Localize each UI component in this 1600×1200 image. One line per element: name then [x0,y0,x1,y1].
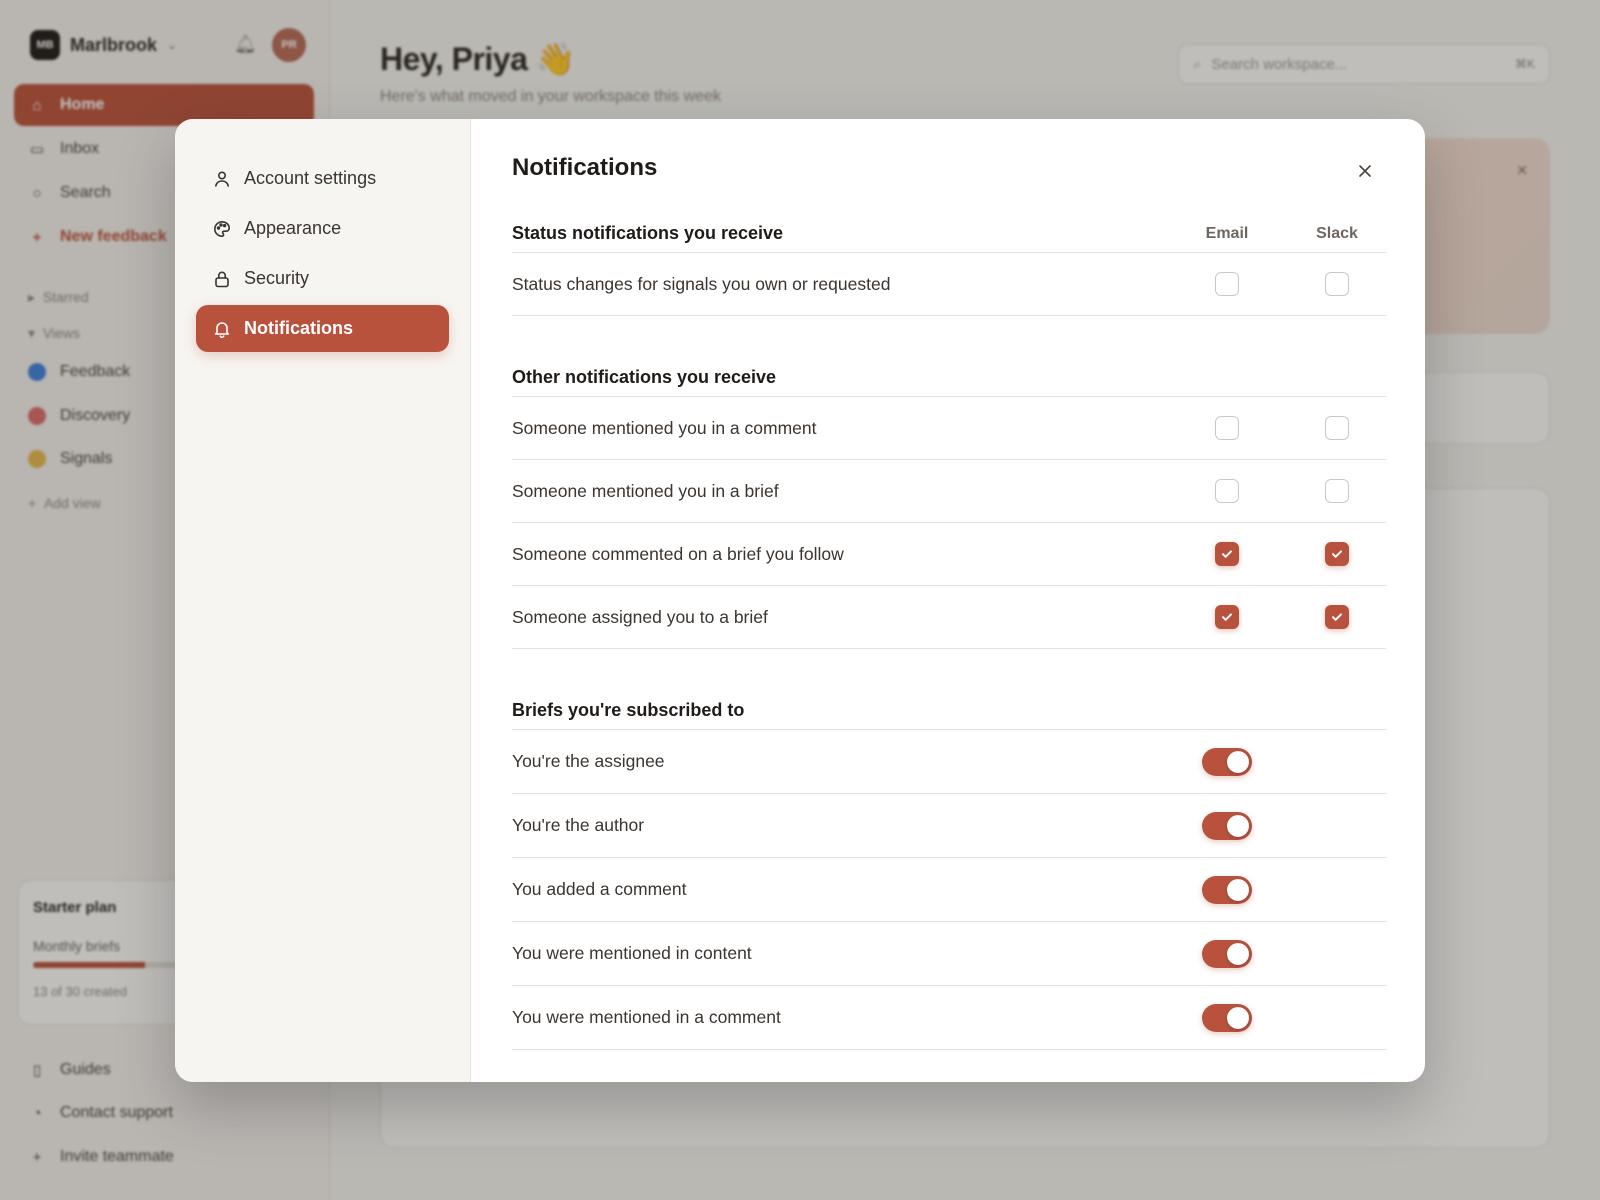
subscription-toggle[interactable] [1202,875,1252,904]
email-checkbox[interactable] [1215,272,1239,296]
bell-icon [214,321,230,338]
notification-row: Someone assigned you to a brief [512,586,1386,649]
slack-checkbox[interactable] [1325,416,1349,440]
email-checkbox[interactable] [1215,605,1239,629]
subscription-row: You added a comment [512,858,1386,922]
row-label: You added a comment [512,879,687,899]
settings-nav-label: Notifications [244,318,354,338]
slack-checkbox[interactable] [1325,605,1349,629]
row-label: Someone assigned you to a brief [512,606,768,627]
column-header-slack: Slack [1316,225,1358,242]
section-title: Briefs you're subscribed to [512,700,745,720]
settings-content: Notifications Status notifications you r… [471,119,1425,1082]
section-header-status: Status notifications you receive Email S… [512,215,1386,253]
email-checkbox[interactable] [1215,479,1239,503]
subscription-row: You're the assignee [512,730,1386,794]
subscription-toggle[interactable] [1202,1003,1252,1032]
email-checkbox[interactable] [1215,416,1239,440]
section-title: Status notifications you receive [512,223,784,243]
notification-row: Someone mentioned you in a brief [512,460,1386,523]
lock-icon [215,271,229,287]
settings-nav-appearance[interactable]: Appearance [196,205,449,252]
slack-checkbox[interactable] [1325,542,1349,566]
close-icon [1359,165,1371,177]
section-title: Other notifications you receive [512,367,777,387]
slack-checkbox[interactable] [1325,272,1349,296]
settings-nav-label: Security [244,268,310,288]
notification-settings: Status notifications you receive Email S… [512,215,1386,1050]
settings-nav-account[interactable]: Account settings [196,155,449,202]
user-icon [215,170,229,187]
row-label: Someone mentioned you in a brief [512,480,779,501]
row-label: You were mentioned in a comment [512,1007,781,1027]
settings-nav-label: Appearance [244,218,342,238]
check-icon [1332,613,1342,621]
row-label: Someone commented on a brief you follow [512,543,844,564]
subscription-row: You're the author [512,794,1386,858]
section-header-briefs: Briefs you're subscribed to [512,692,1386,730]
section-header-other: Other notifications you receive [512,359,1386,397]
row-label: You're the assignee [512,751,665,771]
settings-nav-notifications[interactable]: Notifications [196,305,449,352]
subscription-row: You were mentioned in content [512,922,1386,986]
settings-sidebar: Account settings Appearance Security Not… [175,119,471,1082]
palette-icon [214,220,231,237]
slack-checkbox[interactable] [1325,479,1349,503]
check-icon [1332,550,1342,558]
check-icon [1222,550,1232,558]
subscription-toggle[interactable] [1202,939,1252,968]
row-label: You were mentioned in content [512,943,752,963]
toggle-knob [1227,878,1249,901]
close-button[interactable] [1351,157,1379,185]
subscription-toggle[interactable] [1202,747,1252,776]
toggle-knob [1227,750,1249,773]
settings-nav-label: Account settings [244,168,377,188]
check-icon [1222,613,1232,621]
subscription-toggle[interactable] [1202,811,1252,840]
notification-row: Someone commented on a brief you follow [512,523,1386,586]
row-label: Someone mentioned you in a comment [512,417,817,438]
subscription-row: You were mentioned in a comment [512,986,1386,1050]
notification-row: Status changes for signals you own or re… [512,253,1386,316]
column-header-email: Email [1205,225,1249,242]
toggle-knob [1227,942,1249,965]
email-checkbox[interactable] [1215,542,1239,566]
settings-nav-security[interactable]: Security [196,255,449,302]
toggle-knob [1227,1006,1249,1029]
toggle-knob [1227,814,1249,837]
notification-row: Someone mentioned you in a comment [512,397,1386,460]
row-label: You're the author [512,815,645,835]
row-label: Status changes for signals you own or re… [512,273,891,294]
settings-modal: Account settings Appearance Security Not… [175,119,1425,1082]
modal-title: Notifications [512,154,658,181]
